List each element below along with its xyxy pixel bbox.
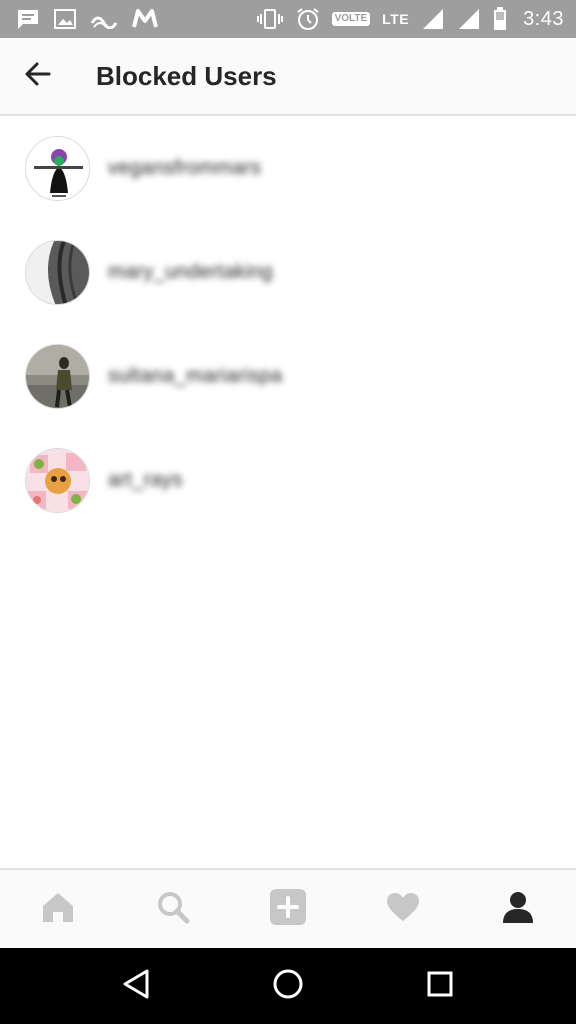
status-time: 3:43 [523, 7, 564, 30]
back-button[interactable] [0, 37, 76, 115]
signal-icon-2 [457, 7, 481, 31]
status-bar: VOLTE LTE 3:43 [0, 0, 576, 38]
heart-icon [385, 891, 421, 928]
page-title: Blocked Users [96, 60, 277, 91]
image-icon [54, 9, 76, 29]
vibrate-icon [256, 8, 284, 30]
volte-badge: VOLTE [331, 12, 371, 26]
system-back-button[interactable] [96, 948, 176, 1024]
home-icon [40, 890, 76, 929]
system-home-button[interactable] [248, 948, 328, 1024]
signal-icon [421, 7, 445, 31]
add-post-icon [269, 888, 307, 931]
app-bar: Blocked Users [0, 38, 576, 116]
home-circle-icon [272, 968, 304, 1005]
recents-square-icon [426, 970, 454, 1003]
blocked-user-row[interactable]: mary_undertaking [0, 220, 576, 324]
avatar-vegansfrommars [25, 135, 90, 201]
nav-activity[interactable] [363, 870, 443, 948]
blocked-username: vegansfrommars [108, 156, 262, 179]
status-bar-notifications [16, 8, 158, 30]
system-navigation-bar [0, 948, 576, 1024]
avatar-sultana [25, 343, 90, 409]
avatar-mary-undertaking [25, 239, 90, 305]
blocked-username: mary_undertaking [108, 260, 273, 283]
message-icon [16, 8, 40, 30]
m-app-icon [132, 9, 158, 29]
blocked-users-list: vegansfrommars mary_undertaking sultana_… [0, 116, 576, 532]
system-recents-button[interactable] [400, 948, 480, 1024]
search-icon [156, 890, 190, 929]
bottom-navigation [0, 868, 576, 948]
nav-search[interactable] [133, 870, 213, 948]
blocked-user-row[interactable]: art_rays [0, 428, 576, 532]
battery-icon [493, 7, 507, 31]
blocked-username: sultana_mariarispa [108, 364, 283, 387]
nav-add-post[interactable] [248, 870, 328, 948]
back-triangle-icon [121, 968, 151, 1005]
blocked-user-row[interactable]: vegansfrommars [0, 116, 576, 220]
profile-icon [501, 890, 535, 929]
status-bar-system: VOLTE LTE 3:43 [256, 7, 564, 31]
network-type: LTE [382, 11, 410, 27]
back-arrow-icon [23, 59, 53, 94]
nav-home[interactable] [18, 870, 98, 948]
blocked-user-row[interactable]: sultana_mariarispa [0, 324, 576, 428]
wifi-signal-icon [90, 9, 118, 29]
avatar-art-rays [25, 447, 90, 513]
blocked-username: art_rays [108, 468, 183, 491]
alarm-icon [296, 7, 320, 31]
nav-profile[interactable] [478, 870, 558, 948]
